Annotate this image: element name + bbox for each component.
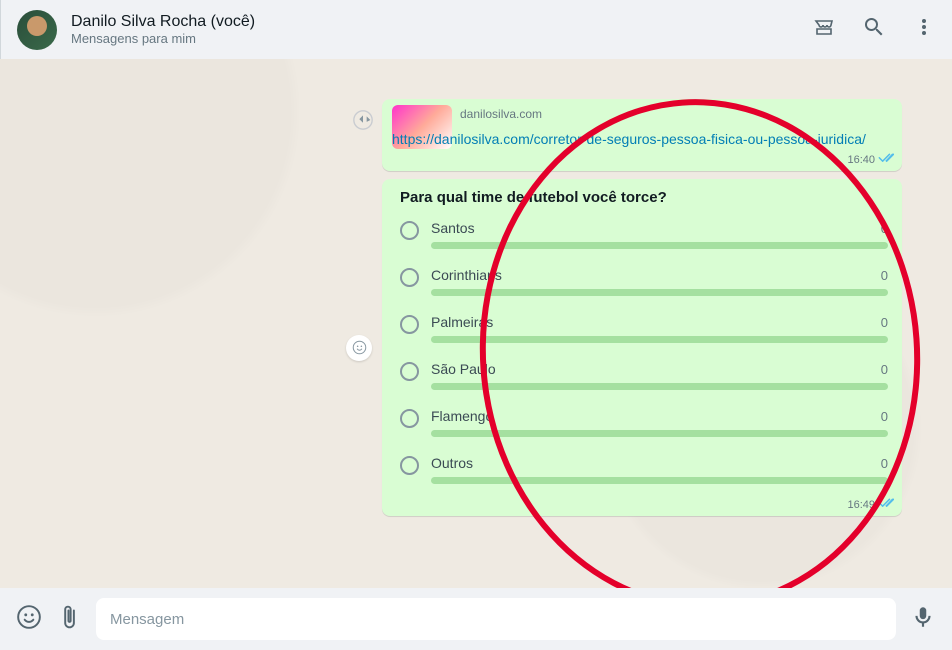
- poll-option[interactable]: Corinthians 0: [400, 267, 888, 296]
- link-domain: danilosilva.com: [460, 107, 894, 121]
- radio-icon: [400, 268, 419, 287]
- message-time: 16:40: [847, 154, 875, 166]
- input-bar: [0, 588, 952, 650]
- poll-option-count: 0: [881, 315, 888, 330]
- poll-option-count: 0: [881, 409, 888, 424]
- radio-icon: [400, 221, 419, 240]
- poll-bar: [431, 242, 888, 249]
- read-checks-icon: [878, 498, 894, 512]
- avatar[interactable]: [17, 10, 57, 50]
- chat-area: danilosilva.com https://danilosilva.com/…: [0, 59, 952, 588]
- poll-bar: [431, 477, 888, 484]
- poll-option[interactable]: Palmeiras 0: [400, 314, 888, 343]
- poll-option-label: São Paulo: [431, 361, 496, 377]
- emoji-icon[interactable]: [16, 604, 42, 635]
- poll-option-label: Flamengo: [431, 408, 493, 424]
- link-url[interactable]: https://danilosilva.com/corretor-de-segu…: [392, 131, 866, 147]
- poll-option-count: 0: [881, 221, 888, 236]
- chat-header: Danilo Silva Rocha (você) Mensagens para…: [0, 0, 952, 59]
- poll-option[interactable]: Outros 0: [400, 455, 888, 484]
- poll-option-count: 0: [881, 456, 888, 471]
- poll-option-label: Outros: [431, 455, 473, 471]
- poll-bar: [431, 289, 888, 296]
- radio-icon: [400, 362, 419, 381]
- read-checks-icon: [878, 153, 894, 167]
- menu-dots-icon[interactable]: [912, 15, 936, 44]
- mic-icon[interactable]: [910, 604, 936, 635]
- react-icon[interactable]: [346, 335, 372, 361]
- radio-icon: [400, 456, 419, 475]
- poll-option[interactable]: São Paulo 0: [400, 361, 888, 390]
- poll-bar: [431, 383, 888, 390]
- poll-option[interactable]: Santos 0: [400, 220, 888, 249]
- poll-option-count: 0: [881, 362, 888, 377]
- message-link: danilosilva.com https://danilosilva.com/…: [382, 99, 902, 171]
- radio-icon: [400, 409, 419, 428]
- radio-icon: [400, 315, 419, 334]
- message-time: 16:49: [847, 499, 875, 511]
- message-poll: Para qual time de futebol você torce? Sa…: [382, 179, 902, 516]
- poll-option-label: Corinthians: [431, 267, 502, 283]
- header-text-block[interactable]: Danilo Silva Rocha (você) Mensagens para…: [71, 13, 812, 46]
- attach-icon[interactable]: [56, 604, 82, 635]
- poll-option-label: Palmeiras: [431, 314, 493, 330]
- search-icon[interactable]: [862, 15, 886, 44]
- expand-icon[interactable]: [352, 109, 374, 136]
- contact-name: Danilo Silva Rocha (você): [71, 13, 812, 31]
- poll-question: Para qual time de futebol você torce?: [400, 189, 888, 206]
- store-icon[interactable]: [812, 15, 836, 44]
- poll-bar: [431, 430, 888, 437]
- message-input[interactable]: [96, 598, 896, 640]
- poll-option[interactable]: Flamengo 0: [400, 408, 888, 437]
- poll-bar: [431, 336, 888, 343]
- poll-option-label: Santos: [431, 220, 475, 236]
- poll-option-count: 0: [881, 268, 888, 283]
- contact-subtitle: Mensagens para mim: [71, 31, 812, 46]
